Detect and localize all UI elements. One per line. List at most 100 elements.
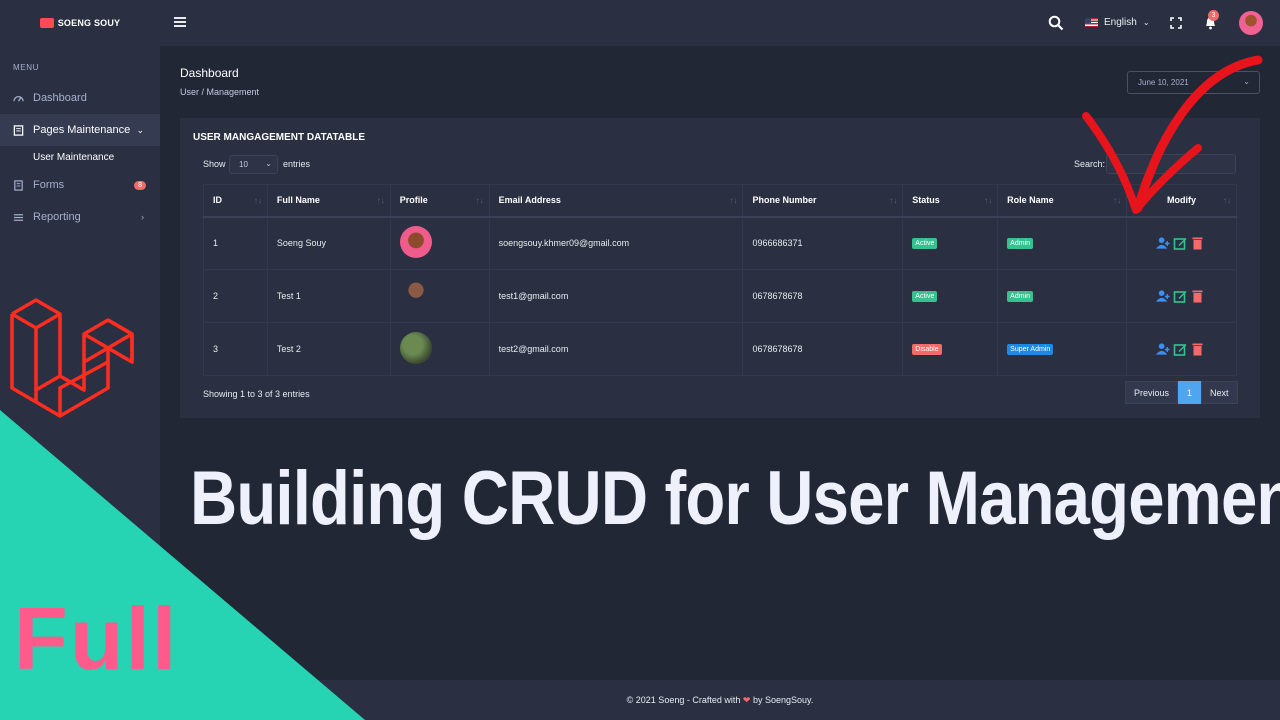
- role-badge: Admin: [1007, 238, 1034, 250]
- add-user-icon[interactable]: [1156, 236, 1171, 250]
- cell-email: test1@gmail.com: [488, 269, 744, 323]
- column-header-status[interactable]: Status ↑↓: [902, 184, 999, 218]
- cell-id: 3: [203, 322, 268, 376]
- column-header-full-name[interactable]: Full Name ↑↓: [266, 184, 391, 218]
- full-label: Full: [14, 589, 179, 688]
- forms-badge: 8: [134, 180, 146, 190]
- column-header-phone[interactable]: Phone Number ↑↓: [742, 184, 904, 218]
- card-title: USER MANGAGEMENT DATATABLE: [193, 132, 366, 143]
- us-flag-icon: [1085, 18, 1098, 27]
- show-label: Show: [203, 159, 226, 169]
- sort-icon: ↑↓: [253, 196, 262, 205]
- language-selector[interactable]: English ⌄: [1085, 17, 1150, 28]
- pages-icon: [13, 124, 24, 136]
- role-badge: Admin: [1007, 291, 1034, 302]
- sidebar-item-dashboard[interactable]: Dashboard: [0, 82, 160, 114]
- sidebar-item-label: Dashboard: [33, 92, 87, 104]
- cell-id: 2: [203, 269, 268, 323]
- avatar: [399, 226, 432, 259]
- brand-name: SOENG SOUY: [57, 18, 121, 28]
- cell-status: Active: [902, 216, 999, 270]
- pagination: Previous 1 Next: [1125, 381, 1238, 404]
- sort-icon: ↑↓: [889, 196, 898, 205]
- sidebar-item-label: Forms: [33, 179, 65, 191]
- sort-icon: ↑↓: [729, 196, 738, 205]
- edit-icon[interactable]: [1173, 342, 1188, 356]
- edit-icon[interactable]: [1173, 236, 1188, 251]
- cell-id: 1: [203, 216, 268, 270]
- language-label: English: [1104, 17, 1137, 28]
- cell-modify: [1126, 322, 1237, 376]
- sort-icon: ↑↓: [376, 196, 385, 205]
- fullscreen-icon[interactable]: [1170, 17, 1182, 29]
- cell-phone: 0678678678: [742, 269, 904, 323]
- status-badge: Disable: [912, 344, 942, 355]
- previous-button[interactable]: Previous: [1125, 381, 1179, 404]
- sort-icon: ↑↓: [475, 196, 484, 205]
- table-row: 2 Test 1 test1@gmail.com 0678678678 Acti…: [203, 269, 1237, 323]
- cell-profile: [389, 322, 490, 376]
- column-header-id[interactable]: ID ↑↓: [203, 184, 268, 218]
- dashboard-icon: [13, 95, 24, 102]
- avatar: [399, 332, 432, 364]
- forms-icon: [14, 179, 23, 191]
- sidebar-item-pages-maintenance[interactable]: Pages Maintenance ⌄: [0, 114, 160, 146]
- cell-modify: [1126, 269, 1237, 323]
- sidebar-item-label: Reporting: [33, 211, 81, 223]
- sidebar-subitem-user-maintenance[interactable]: User Maintenance: [0, 146, 160, 169]
- sort-icon: ↑↓: [984, 196, 993, 205]
- notification-badge: 3: [1208, 10, 1219, 21]
- delete-icon[interactable]: [1190, 236, 1205, 250]
- search-icon[interactable]: [1048, 15, 1064, 31]
- entries-label: entries: [283, 159, 311, 169]
- cell-email: test2@gmail.com: [488, 322, 744, 376]
- cell-status: Disable: [902, 322, 999, 376]
- chevron-down-icon: ⌄: [136, 124, 144, 135]
- cell-phone: 0678678678: [742, 322, 904, 376]
- status-badge: Active: [912, 238, 938, 250]
- delete-icon[interactable]: [1190, 289, 1205, 303]
- menu-toggle-icon[interactable]: [174, 17, 186, 27]
- chevron-down-icon: ⌄: [1142, 18, 1150, 27]
- cell-name: Test 2: [266, 322, 391, 376]
- heart-icon: ❤: [742, 695, 751, 705]
- chevron-right-icon: ›: [141, 212, 144, 222]
- column-header-email[interactable]: Email Address ↑↓: [488, 184, 744, 218]
- column-header-profile[interactable]: Profile ↑↓: [389, 184, 490, 218]
- brand-logo-icon: [39, 18, 54, 28]
- avatar: [399, 279, 432, 311]
- cell-phone: 0966686371: [742, 216, 904, 270]
- menu-title: MENU: [13, 63, 39, 72]
- cell-status: Active: [902, 269, 999, 323]
- page-length-select[interactable]: 10 ⌄: [229, 155, 278, 174]
- status-badge: Active: [912, 291, 938, 302]
- sidebar-item-reporting[interactable]: Reporting ›: [0, 201, 160, 233]
- table-info: Showing 1 to 3 of 3 entries: [203, 389, 310, 399]
- edit-icon[interactable]: [1173, 289, 1188, 303]
- arrow-icon: [1082, 55, 1263, 214]
- add-user-icon[interactable]: [1156, 342, 1171, 356]
- cell-role: Super Admin: [997, 322, 1127, 376]
- cell-name: Soeng Souy: [266, 216, 391, 270]
- add-user-icon[interactable]: [1156, 289, 1171, 303]
- headline: Building CRUD for User Management: [190, 456, 1280, 541]
- laravel-logo-icon: [10, 298, 134, 418]
- cell-profile: [389, 216, 490, 270]
- chevron-down-icon: ⌄: [265, 159, 272, 168]
- page-length-value: 10: [239, 160, 248, 169]
- sidebar-item-label: Pages Maintenance: [33, 124, 131, 136]
- next-button[interactable]: Next: [1201, 381, 1238, 404]
- brand[interactable]: SOENG SOUY: [0, 0, 160, 46]
- breadcrumb[interactable]: User / Management: [180, 87, 259, 97]
- footer-prefix: © 2021 Soeng - Crafted with: [626, 695, 741, 705]
- page-1-button[interactable]: 1: [1178, 381, 1202, 404]
- footer-suffix: by SoengSouy.: [752, 695, 814, 705]
- table-row: 3 Test 2 test2@gmail.com 0678678678 Disa…: [203, 322, 1237, 376]
- cell-name: Test 1: [266, 269, 391, 323]
- delete-icon[interactable]: [1190, 342, 1205, 356]
- cell-email: soengsouy.khmer09@gmail.com: [488, 216, 744, 270]
- footer: © 2021 Soeng - Crafted with ❤ by SoengSo…: [160, 680, 1280, 720]
- reporting-icon: [13, 213, 24, 221]
- page-title: Dashboard: [180, 66, 239, 80]
- sidebar-item-forms[interactable]: Forms 8: [0, 169, 160, 201]
